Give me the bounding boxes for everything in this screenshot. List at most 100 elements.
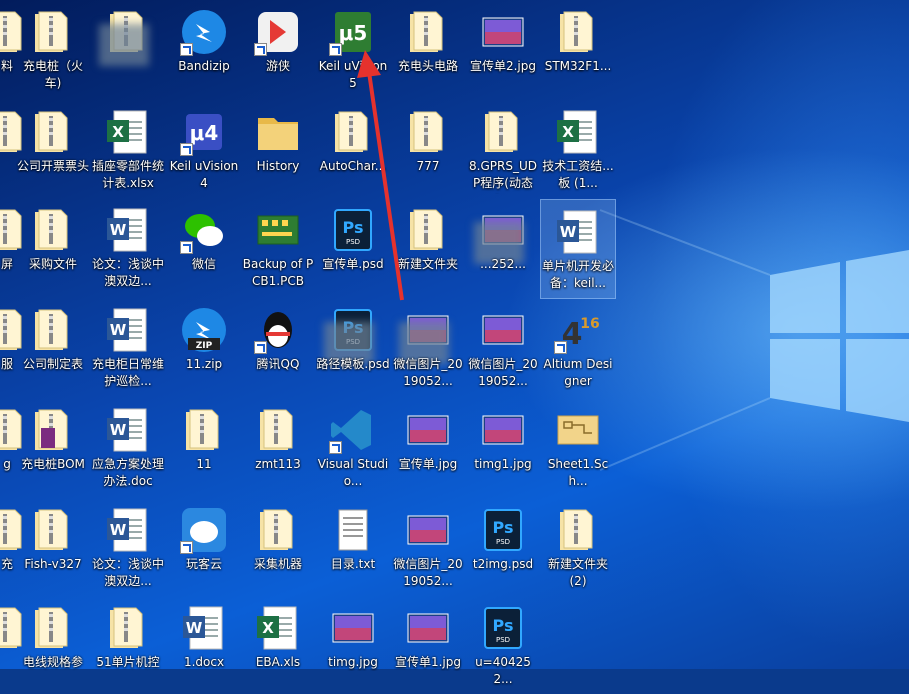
text-file-icon: [329, 506, 377, 554]
desktop-icon[interactable]: W 论文：浅谈中澳双边...: [91, 498, 165, 596]
desktop-icon[interactable]: W 充电柜日常维护巡检...: [91, 298, 165, 396]
desktop-icon[interactable]: STM32F1...: [541, 0, 615, 98]
desktop-icon[interactable]: Ps PSD u=404252...: [466, 596, 540, 694]
desktop-icon-label: EBA.xls: [255, 655, 301, 669]
folder-zip-icon: [104, 604, 152, 652]
desktop-icon[interactable]: 充电头电路: [391, 0, 465, 98]
desktop-icon[interactable]: Visual Studio...: [316, 398, 390, 496]
desktop-icon-label: timg1.jpg: [474, 457, 532, 471]
desktop-icon[interactable]: X EBA.xls: [241, 596, 315, 694]
wechat-icon: [180, 206, 228, 254]
desktop-icon[interactable]: ...252...: [466, 198, 540, 296]
desktop-icon[interactable]: 微信图片_2019052...: [391, 498, 465, 596]
desktop-icon[interactable]: [91, 0, 165, 98]
desktop-icon[interactable]: 宣传单.jpg: [391, 398, 465, 496]
image-file-icon: [479, 306, 527, 354]
desktop-icon-label: 充电桩（火车): [22, 59, 83, 90]
excel-file-icon: X: [104, 108, 152, 156]
desktop-icon[interactable]: X 插座零部件统计表.xlsx: [91, 100, 165, 198]
desktop-icon[interactable]: W 1.docx: [167, 596, 241, 694]
desktop-icon[interactable]: 充电桩BOM: [16, 398, 90, 496]
word-file-icon: W: [104, 506, 152, 554]
desktop-icon-label: 游侠: [265, 59, 290, 73]
desktop-icon[interactable]: 8.GPRS_UDP程序(动态I...: [466, 100, 540, 198]
desktop-icon[interactable]: 新建文件夹 (2): [541, 498, 615, 596]
desktop-icon[interactable]: 游侠: [241, 0, 315, 98]
desktop-icon-label: 公司制定表: [22, 357, 83, 371]
shortcut-arrow-icon: [180, 241, 193, 254]
desktop-icon[interactable]: 充电桩（火车): [16, 0, 90, 98]
desktop-icon[interactable]: 玩客云: [167, 498, 241, 596]
folder-zip-icon: [479, 108, 527, 156]
desktop-icon[interactable]: 目录.txt: [316, 498, 390, 596]
desktop-icon[interactable]: timg1.jpg: [466, 398, 540, 496]
desktop-icon[interactable]: AutoChar...: [316, 100, 390, 198]
svg-text:W: W: [110, 221, 127, 239]
desktop-icon[interactable]: 公司制定表: [16, 298, 90, 396]
desktop-icon[interactable]: PsPSD路径模板.psd: [316, 298, 390, 396]
desktop-icon[interactable]: W 应急方案处理办法.doc: [91, 398, 165, 496]
cloud-app-icon: [180, 506, 228, 554]
desktop-icon-label: 路径模板.psd: [316, 357, 390, 371]
svg-text:PSD: PSD: [496, 538, 510, 546]
desktop-icon[interactable]: W 单片机开发必备：keil...: [540, 199, 616, 299]
desktop-icon[interactable]: 777: [391, 100, 465, 198]
bandizip-icon: [180, 8, 228, 56]
desktop-icon-label: History: [256, 159, 300, 173]
desktop-icon-label: 1.docx: [183, 655, 225, 669]
desktop-icon[interactable]: Ps PSD t2img.psd: [466, 498, 540, 596]
desktop-icon[interactable]: timg.jpg: [316, 596, 390, 694]
desktop-icon[interactable]: 4 16 Altium Designer: [541, 298, 615, 396]
desktop-icon-label: 采购文件: [28, 257, 77, 271]
desktop-icon[interactable]: 51单片机控: [91, 596, 165, 694]
desktop-icon[interactable]: ZIP 11.zip: [167, 298, 241, 396]
desktop-icon[interactable]: 公司开票票头: [16, 100, 90, 198]
desktop-icon-label: 插座零部件统计表.xlsx: [91, 159, 164, 190]
desktop-icon[interactable]: 腾讯QQ: [241, 298, 315, 396]
folder-zip-icon: [329, 108, 377, 156]
desktop-icon[interactable]: Fish-v327: [16, 498, 90, 596]
desktop-icon[interactable]: Backup of PCB1.PCB: [241, 198, 315, 296]
desktop-icon[interactable]: X 技术工资结...板 (1...: [541, 100, 615, 198]
desktop-icon[interactable]: Ps PSD 宣传单.psd: [316, 198, 390, 296]
desktop-icon-label: Keil uVision5: [318, 59, 388, 90]
desktop-icon[interactable]: μ4 Keil uVision4: [167, 100, 241, 198]
desktop-icon[interactable]: 宣传单1.jpg: [391, 596, 465, 694]
desktop-icon[interactable]: 采集机器: [241, 498, 315, 596]
desktop-icon-label: 充电桩BOM: [21, 457, 85, 471]
desktop-icon-label: u=404252...: [475, 655, 531, 686]
desktop-icon[interactable]: 采购文件: [16, 198, 90, 296]
desktop-icon[interactable]: 微信图片_2019052...: [391, 298, 465, 396]
desktop-icon[interactable]: 新建文件夹: [391, 198, 465, 296]
desktop-icon[interactable]: 11: [167, 398, 241, 496]
desktop-icon[interactable]: μ5 Keil uVision5: [316, 0, 390, 98]
desktop-icon-label: 电线规格参: [22, 655, 83, 669]
desktop-icon[interactable]: History: [241, 100, 315, 198]
desktop-icon-label: 技术工资结...板 (1...: [542, 159, 614, 190]
folder-zip-icon: [254, 506, 302, 554]
desktop-icon[interactable]: 电线规格参: [16, 596, 90, 694]
desktop-icon-label: t2img.psd: [472, 557, 534, 571]
psd-file-icon: PsPSD: [329, 206, 377, 254]
desktop-icon-label: 微信图片_2019052...: [393, 557, 463, 588]
folder-zip-icon: [554, 8, 602, 56]
desktop-icon[interactable]: W 论文：浅谈中澳双边...: [91, 198, 165, 296]
desktop-icon-label: 宣传单1.jpg: [394, 655, 462, 669]
folder-zip-icon: [554, 506, 602, 554]
desktop-icon-label: ...252...: [480, 257, 526, 271]
folder-zip-icon: [404, 206, 452, 254]
keil5-icon: μ5: [329, 8, 377, 56]
word-file-icon: W: [104, 206, 152, 254]
desktop-icon[interactable]: zmt113: [241, 398, 315, 496]
desktop-icon[interactable]: 宣传单2.jpg: [466, 0, 540, 98]
folder-zip-icon: [29, 506, 77, 554]
desktop-icon[interactable]: Sheet1.Sch...: [541, 398, 615, 496]
desktop-icon-label: 论文：浅谈中澳双边...: [91, 257, 164, 288]
word-file-icon: W: [554, 208, 602, 256]
desktop-icon[interactable]: Bandizip: [167, 0, 241, 98]
desktop-icon[interactable]: 微信: [167, 198, 241, 296]
svg-text:X: X: [262, 619, 274, 637]
image-file-icon: [404, 604, 452, 652]
desktop-icon[interactable]: 微信图片_2019052...: [466, 298, 540, 396]
folder-zip-icon: [29, 604, 77, 652]
